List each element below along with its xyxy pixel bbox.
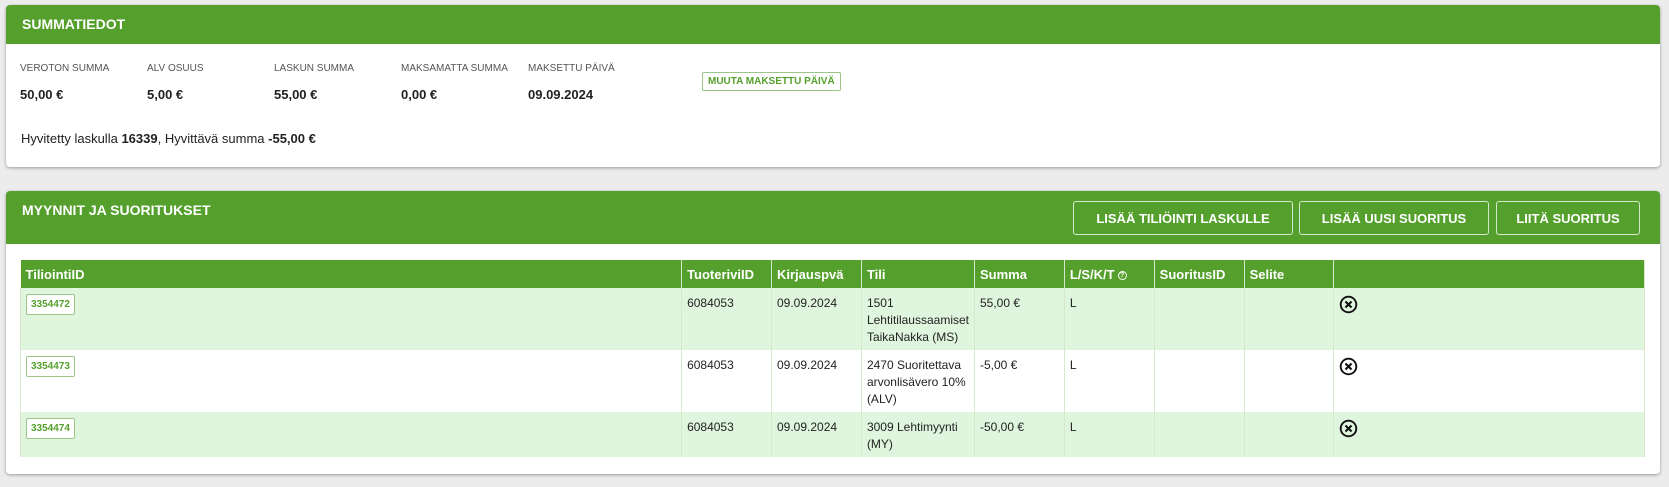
cell-tili: 1501 Lehtitilaussaamiset TaikaNakka (MS): [861, 288, 976, 350]
add-entry-button[interactable]: LISÄÄ TILIÖINTI LASKULLE: [1073, 201, 1293, 235]
table-header-row: TiliointiID TuoteriviID Kirjauspvä Tili …: [20, 260, 1645, 288]
attach-payment-button[interactable]: LIITÄ SUORITUS: [1496, 201, 1640, 235]
cell-tili: 2470 Suoritettava arvonlisävero 10% (ALV…: [861, 350, 976, 412]
cell-suoritus: [1154, 412, 1245, 457]
col-lskt[interactable]: L/S/K/T?: [1064, 260, 1155, 288]
close-circle-icon[interactable]: [1339, 419, 1358, 438]
col-selite[interactable]: Selite: [1244, 260, 1335, 288]
cell-selite: [1244, 350, 1335, 412]
col-lskt-label: L/S/K/T: [1069, 266, 1115, 282]
cell-lskt: L: [1064, 350, 1155, 412]
summary-label: ALV OSUUS: [147, 63, 204, 74]
col-summa[interactable]: Summa: [974, 260, 1065, 288]
summary-label: LASKUN SUMMA: [274, 63, 355, 74]
summary-value: 0,00 €: [401, 87, 438, 102]
col-suoritus-id[interactable]: SuoritusID: [1154, 260, 1245, 288]
col-tiliointi-id[interactable]: TiliointiID: [20, 260, 683, 288]
summary-item-total: LASKUN SUMMA 55,00 €: [274, 63, 354, 102]
summary-value: 09.09.2024: [528, 87, 594, 102]
cell-tili: 3009 Lehtimyynti (MY): [861, 412, 976, 457]
help-circle-icon[interactable]: ?: [1117, 270, 1127, 280]
cell-suoritus: [1154, 288, 1245, 350]
cell-actions: [1333, 350, 1645, 412]
cell-lskt: L: [1064, 288, 1155, 350]
credit-invoice-number: 16339: [121, 131, 158, 146]
cell-tuoterivi: 6084053: [681, 412, 772, 457]
col-kirjauspva[interactable]: Kirjauspvä: [771, 260, 862, 288]
tiliointi-id-button[interactable]: 3354473: [26, 356, 75, 377]
sales-table: TiliointiID TuoteriviID Kirjauspvä Tili …: [19, 260, 1645, 457]
summary-label: MAKSAMATTA SUMMA: [401, 63, 508, 74]
cell-selite: [1244, 288, 1335, 350]
cell-actions: [1333, 288, 1645, 350]
summary-item-paid-date: MAKSETTU PÄIVÄ 09.09.2024: [528, 63, 615, 102]
cell-id: 3354472: [19, 288, 683, 350]
cell-id: 3354473: [19, 350, 683, 412]
table-row: 3354474 6084053 09.09.2024 3009 Lehtimyy…: [19, 412, 1645, 457]
summary-item-vat: ALV OSUUS 5,00 €: [147, 63, 204, 102]
col-tili[interactable]: Tili: [861, 260, 976, 288]
summary-value: 55,00 €: [274, 87, 318, 102]
tiliointi-id-button[interactable]: 3354474: [26, 418, 75, 439]
cell-date: 09.09.2024: [771, 288, 862, 350]
cell-tuoterivi: 6084053: [681, 288, 772, 350]
close-circle-icon[interactable]: [1339, 357, 1358, 376]
summary-item-unpaid: MAKSAMATTA SUMMA 0,00 €: [401, 63, 508, 102]
credit-amount: -55,00 €: [268, 131, 316, 146]
summary-label: VEROTON SUMMA: [20, 63, 110, 74]
col-tuoterivi-id[interactable]: TuoteriviID: [681, 260, 772, 288]
summary-item-net: VEROTON SUMMA 50,00 €: [20, 63, 109, 102]
credit-info: Hyvitetty laskulla 16339, Hyvittävä summ…: [21, 131, 316, 146]
cell-summa: 55,00 €: [974, 288, 1065, 350]
add-payment-button[interactable]: LISÄÄ UUSI SUORITUS: [1299, 201, 1489, 235]
cell-selite: [1244, 412, 1335, 457]
col-actions: [1333, 260, 1645, 288]
table-row: 3354472 6084053 09.09.2024 1501 Lehtitil…: [19, 288, 1645, 350]
sales-title-text: MYYNNIT JA SUORITUKSET: [22, 202, 211, 218]
change-paid-date-button[interactable]: MUUTA MAKSETTU PÄIVÄ: [702, 72, 841, 91]
summary-value: 5,00 €: [147, 87, 184, 102]
cell-id: 3354474: [19, 412, 683, 457]
summary-panel: SUMMATIEDOT VEROTON SUMMA 50,00 € ALV OS…: [6, 5, 1660, 167]
summary-value: 50,00 €: [20, 87, 64, 102]
tiliointi-id-button[interactable]: 3354472: [26, 294, 75, 315]
close-circle-icon[interactable]: [1339, 295, 1358, 314]
cell-tuoterivi: 6084053: [681, 350, 772, 412]
credit-middle: , Hyvittävä summa: [157, 131, 265, 146]
cell-summa: -50,00 €: [974, 412, 1065, 457]
cell-date: 09.09.2024: [771, 412, 862, 457]
cell-actions: [1333, 412, 1645, 457]
summary-label: MAKSETTU PÄIVÄ: [528, 63, 615, 74]
summary-title: SUMMATIEDOT: [6, 5, 1660, 44]
cell-lskt: L: [1064, 412, 1155, 457]
cell-suoritus: [1154, 350, 1245, 412]
credit-prefix: Hyvitetty laskulla: [21, 131, 118, 146]
sales-panel: MYYNNIT JA SUORITUKSET LISÄÄ TILIÖINTI L…: [6, 191, 1660, 474]
cell-summa: -5,00 €: [974, 350, 1065, 412]
table-row: 3354473 6084053 09.09.2024 2470 Suoritet…: [19, 350, 1645, 412]
cell-date: 09.09.2024: [771, 350, 862, 412]
